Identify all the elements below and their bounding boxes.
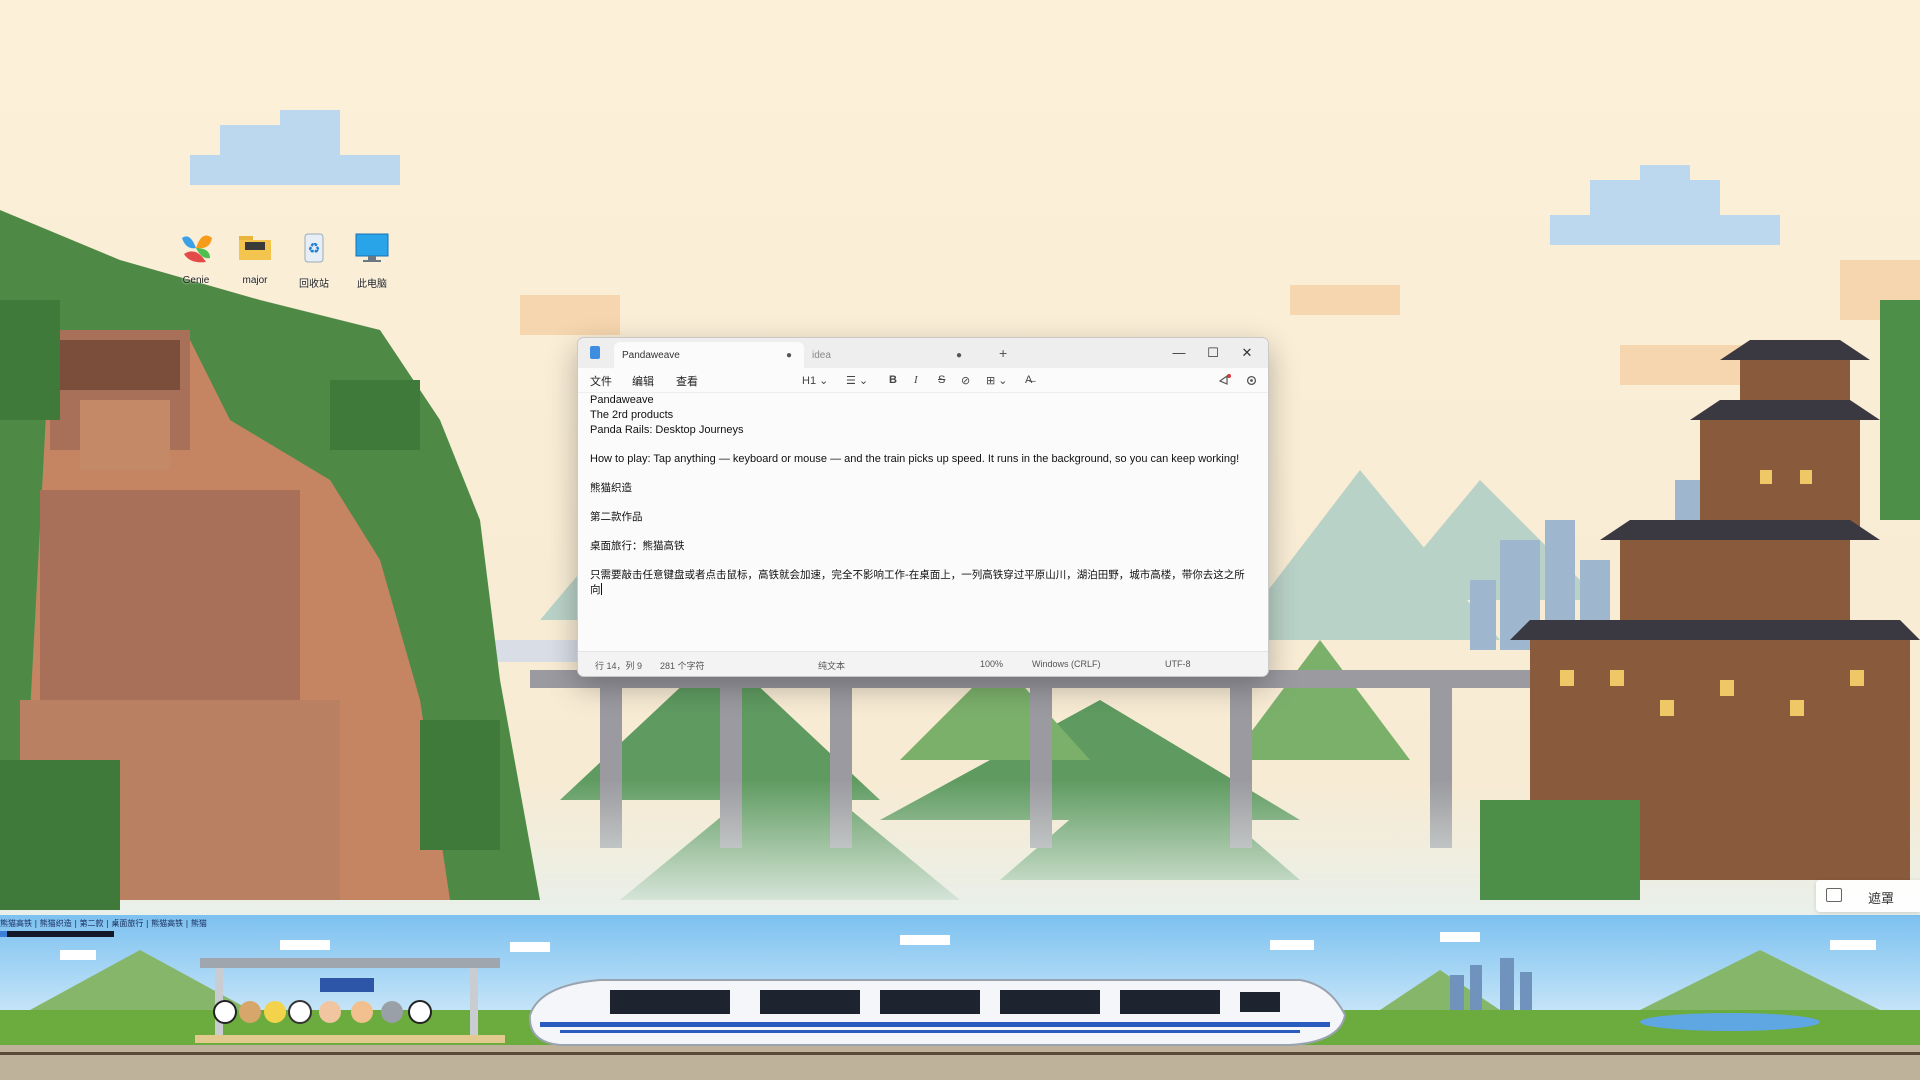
menu-view[interactable]: 查看 [676, 373, 698, 389]
tab-pandaweave[interactable]: Pandaweave ● [614, 342, 804, 368]
maximize-button[interactable]: ☐ [1196, 342, 1230, 364]
desktop-icon-folder[interactable]: major [224, 228, 286, 286]
desktop-icon-browser[interactable]: Genie [165, 228, 227, 286]
svg-text:♻: ♻ [308, 241, 321, 257]
mask-label: 遮罩 [1868, 892, 1895, 907]
menu-file[interactable]: 文件 [590, 373, 612, 389]
editor-line-text: 只需要敲击任意键盘或者点击鼠标，高铁就会加速，完全不影响工作-在桌面上，一列高铁… [590, 569, 1245, 596]
settings-gear-icon[interactable] [1245, 372, 1258, 388]
list-dropdown[interactable]: ☰ ⌄ [846, 372, 868, 388]
editor-line: 第二款作品 [590, 511, 643, 523]
editor-line: Pandaweave [590, 394, 654, 406]
tab-label: Pandaweave [622, 349, 680, 361]
train-progress-fill [0, 931, 7, 937]
editor-line: 桌面旅行：熊猫高铁 [590, 540, 685, 552]
desktop-icon-this-pc[interactable]: 此电脑 [341, 228, 403, 290]
editor-line-last: 只需要敲击任意键盘或者点击鼠标，高铁就会加速，完全不影响工作-在桌面上，一列高铁… [590, 568, 1254, 598]
table-dropdown[interactable]: ⊞ ⌄ [986, 372, 1008, 388]
close-button[interactable]: ✕ [1230, 342, 1264, 364]
tab-label: idea [812, 349, 831, 361]
desktop-icon-label: Genie [182, 275, 210, 286]
scrolling-sign-text: 熊猫高铁 | 熊猫织造 | 第二款 | 桌面旅行 | 熊猫高铁 | 熊猫 [0, 919, 207, 928]
heading-dropdown[interactable]: H1 ⌄ [802, 372, 828, 388]
status-bar: 行 14，列 9 281 个字符 纯文本 100% Windows (CRLF)… [578, 651, 1268, 676]
notepad-app-icon [590, 346, 600, 359]
unsaved-dot-icon[interactable]: ● [956, 350, 962, 361]
mask-icon [1826, 888, 1842, 902]
strikethrough-button[interactable]: S [938, 372, 945, 388]
browser-icon [182, 235, 212, 263]
panda-passengers [213, 1000, 432, 1024]
zoom-level[interactable]: 100% [980, 659, 1003, 669]
notepad-window: Pandaweave ● idea ● + — ☐ ✕ 文件 编辑 查看 H1 … [577, 337, 1269, 677]
folder-icon [239, 236, 271, 260]
character-count: 281 个字符 [660, 661, 705, 671]
high-speed-train [528, 979, 1347, 1046]
copilot-icon[interactable] [1218, 372, 1232, 388]
desktop-icon-label: major [242, 275, 268, 286]
cursor-position: 行 14，列 9 [595, 661, 643, 671]
editor-line: Panda Rails: Desktop Journeys [590, 424, 744, 436]
format-selector[interactable]: 纯文本 [818, 659, 845, 672]
editor-line: The 2rd products [590, 409, 674, 421]
line-ending-selector[interactable]: Windows (CRLF) [1032, 659, 1101, 669]
menu-bar: 文件 编辑 查看 H1 ⌄ ☰ ⌄ B I S ⊘ ⊞ ⌄ A̶ [578, 368, 1268, 393]
train-progress-track [0, 931, 114, 937]
editor-line: 熊猫织造 [590, 482, 632, 494]
unsaved-dot-icon[interactable]: ● [786, 350, 792, 361]
title-bar[interactable]: Pandaweave ● idea ● + — ☐ ✕ [578, 338, 1268, 368]
computer-icon [355, 233, 389, 262]
new-tab-button[interactable]: + [999, 345, 1007, 361]
mask-toggle-button[interactable]: 遮罩 [1816, 880, 1920, 912]
italic-button[interactable]: I [914, 372, 918, 388]
text-editor[interactable]: Pandaweave The 2rd products Panda Rails:… [590, 393, 1254, 648]
menu-edit[interactable]: 编辑 [632, 373, 654, 389]
desktop-icon-label: 此电脑 [357, 279, 387, 290]
clear-formatting-button[interactable]: A̶ [1025, 372, 1032, 388]
desktop-icon-recycle-bin[interactable]: ♻ 回收站 [283, 228, 345, 290]
editor-line: How to play: Tap anything — keyboard or … [590, 453, 1240, 465]
minimize-button[interactable]: — [1162, 342, 1196, 364]
tab-idea[interactable]: idea ● [804, 342, 974, 368]
encoding-selector[interactable]: UTF-8 [1165, 659, 1191, 669]
desktop-icon-label: 回收站 [299, 279, 329, 290]
recycle-bin-icon: ♻ [304, 233, 324, 263]
bold-button[interactable]: B [889, 372, 897, 388]
text-caret [600, 583, 602, 595]
link-button[interactable]: ⊘ [961, 372, 970, 388]
